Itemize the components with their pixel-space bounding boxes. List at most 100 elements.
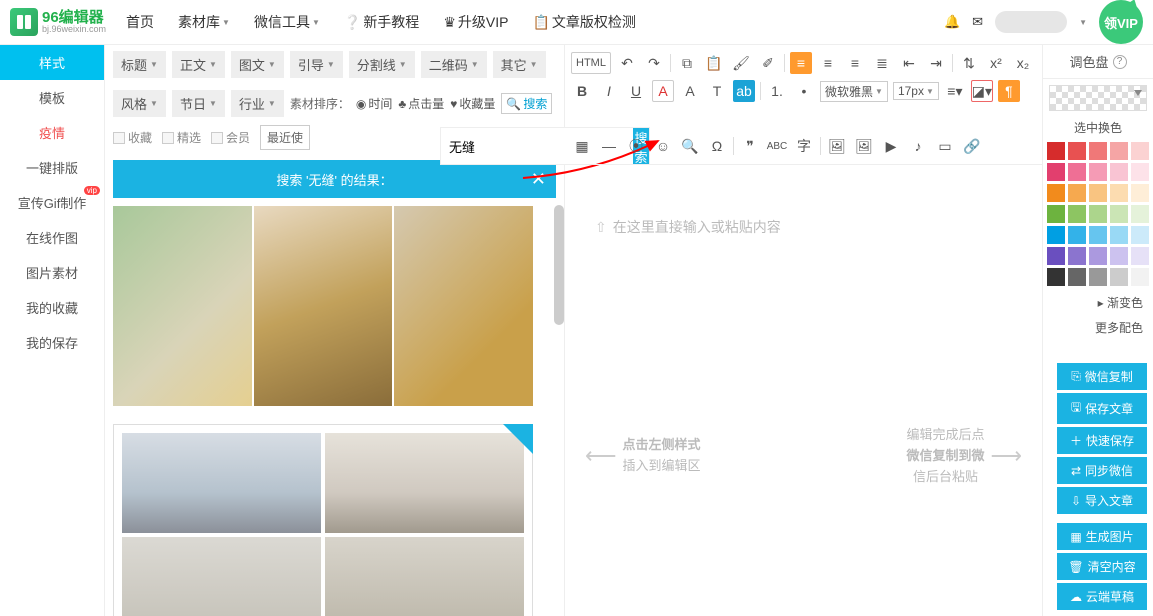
color-swatch[interactable]	[1131, 268, 1149, 286]
color-swatch[interactable]	[1047, 226, 1065, 244]
bell-icon[interactable]: 🔔	[944, 14, 960, 30]
copy-icon[interactable]: ⧉	[676, 52, 698, 74]
zoom-icon[interactable]: 🔍	[679, 135, 701, 157]
nav-wechat-tools[interactable]: 微信工具▼	[254, 12, 320, 32]
sort-favs[interactable]: ♥收藏量	[450, 95, 495, 112]
list-num-icon[interactable]: 1.	[766, 80, 788, 102]
paragraph-icon[interactable]: ≡▾	[944, 80, 966, 102]
strike-icon[interactable]	[571, 107, 593, 129]
color-swatch[interactable]	[1047, 163, 1065, 181]
user-avatar[interactable]	[995, 11, 1067, 33]
gallery-icon[interactable]: 🖼	[853, 135, 875, 157]
abc-icon[interactable]: ABC	[766, 135, 788, 157]
filter-industry[interactable]: 行业▼	[231, 90, 284, 117]
color-swatch[interactable]	[1110, 163, 1128, 181]
filter-divider[interactable]: 分割线▼	[349, 51, 415, 78]
nav-materials[interactable]: 素材库▼	[178, 12, 230, 32]
action-clear[interactable]: 🗑 清空内容	[1057, 553, 1147, 580]
indent-inc-icon[interactable]: ⇥	[925, 52, 947, 74]
symbol-icon[interactable]: Ω	[706, 135, 728, 157]
color-swatch[interactable]	[1131, 205, 1149, 223]
action-import[interactable]: ⇩ 导入文章	[1057, 487, 1147, 514]
check-featured[interactable]: 精选	[162, 129, 201, 146]
scrollbar[interactable]	[554, 205, 564, 325]
nav-tutorial[interactable]: ❔新手教程	[344, 12, 419, 32]
align-center-icon[interactable]: ≡	[817, 52, 839, 74]
audio-icon[interactable]: ♪	[907, 135, 929, 157]
nav-copyright[interactable]: 📋文章版权检测	[532, 12, 635, 32]
color-swatch[interactable]	[1131, 184, 1149, 202]
link-icon[interactable]: 🔗	[961, 135, 983, 157]
sidebar-item-gif[interactable]: 宣传Gif制作vip	[0, 185, 104, 220]
color-swatch[interactable]	[1047, 184, 1065, 202]
mail-icon[interactable]: ✉	[972, 14, 983, 30]
sidebar-item-epidemic[interactable]: 疫情	[0, 115, 104, 150]
color-swatch[interactable]	[1110, 142, 1128, 160]
sort-search[interactable]: 🔍搜索	[501, 93, 552, 114]
material-item[interactable]	[113, 206, 533, 406]
highlight-icon[interactable]: ab	[733, 80, 755, 102]
list-bul-icon[interactable]: •	[793, 80, 815, 102]
sidebar-item-saved[interactable]: 我的保存	[0, 325, 104, 360]
sort-time[interactable]: ◉时间	[356, 95, 393, 112]
color-swatch[interactable]	[1110, 226, 1128, 244]
underline-icon[interactable]: U	[625, 80, 647, 102]
paragraph-mark-icon[interactable]: ¶	[998, 80, 1020, 102]
color-swatch[interactable]	[1047, 205, 1065, 223]
filter-other[interactable]: 其它▼	[493, 51, 546, 78]
sidebar-item-style[interactable]: 样式	[0, 45, 104, 80]
align-justify-icon[interactable]: ≣	[871, 52, 893, 74]
sidebar-item-images[interactable]: 图片素材	[0, 255, 104, 290]
font-select[interactable]: 微软雅黑▼	[820, 81, 888, 102]
color-swatch[interactable]	[1089, 205, 1107, 223]
sup-icon[interactable]: x²	[985, 52, 1007, 74]
editor-body[interactable]: ⇧ 在这里直接输入或粘贴内容 ⟵ 点击左侧样式插入到编辑区 编辑完成后点微信复制…	[565, 165, 1042, 616]
bold-icon[interactable]: B	[571, 80, 593, 102]
action-quick-save[interactable]: ＋ 快速保存	[1057, 427, 1147, 454]
fontcolor-square-icon[interactable]: ◪▾	[971, 80, 993, 102]
color-swatch[interactable]	[1110, 184, 1128, 202]
quote-icon[interactable]: ❞	[739, 135, 761, 157]
date-icon[interactable]: ⦿	[625, 135, 647, 157]
filter-style[interactable]: 风格▼	[113, 90, 166, 117]
color-swatch[interactable]	[1089, 142, 1107, 160]
gradient-link[interactable]: ▸ 渐变色	[1043, 290, 1153, 315]
action-wechat-copy[interactable]: ⎘ 微信复制	[1057, 363, 1147, 390]
check-member[interactable]: 会员	[211, 129, 250, 146]
filter-title[interactable]: 标题▼	[113, 51, 166, 78]
color-swatch[interactable]	[1089, 184, 1107, 202]
line-height-icon[interactable]: ⇅	[958, 52, 980, 74]
sidebar-item-layout[interactable]: 一键排版	[0, 150, 104, 185]
action-sync-wechat[interactable]: ⇄ 同步微信	[1057, 457, 1147, 484]
more-colors-link[interactable]: 更多配色	[1043, 315, 1153, 340]
image-icon[interactable]: 🖼	[826, 135, 848, 157]
fontcolor-icon[interactable]: A	[652, 80, 674, 102]
hr-icon[interactable]: —	[598, 135, 620, 157]
action-save-article[interactable]: 🖫 保存文章	[1057, 393, 1147, 424]
color-swatch[interactable]	[1110, 247, 1128, 265]
color-swatch[interactable]	[1068, 205, 1086, 223]
filter-body[interactable]: 正文▼	[172, 51, 225, 78]
emoji-icon[interactable]: ☺	[652, 135, 674, 157]
indent-dec-icon[interactable]: ⇤	[898, 52, 920, 74]
sidebar-item-draw[interactable]: 在线作图	[0, 220, 104, 255]
color-swatch[interactable]	[1068, 268, 1086, 286]
color-swatch[interactable]	[1047, 268, 1065, 286]
color-swatch[interactable]	[1089, 247, 1107, 265]
paste-icon[interactable]: 📋	[703, 52, 725, 74]
filter-qrcode[interactable]: 二维码▼	[421, 51, 487, 78]
html-button[interactable]: HTML	[571, 52, 611, 74]
color-swatch[interactable]	[1089, 163, 1107, 181]
color-swatch[interactable]	[1068, 163, 1086, 181]
table-icon[interactable]: ▦	[571, 135, 593, 157]
erase-icon[interactable]: ✐	[757, 52, 779, 74]
color-swatch[interactable]	[1068, 184, 1086, 202]
material-item[interactable]	[113, 424, 533, 616]
color-swatch[interactable]	[1110, 268, 1128, 286]
sidebar-item-favorites[interactable]: 我的收藏	[0, 290, 104, 325]
redo-icon[interactable]: ↷	[643, 52, 665, 74]
color-swatch[interactable]	[1068, 226, 1086, 244]
color-swatch[interactable]	[1089, 268, 1107, 286]
undo-icon[interactable]: ↶	[616, 52, 638, 74]
sidebar-item-template[interactable]: 模板	[0, 80, 104, 115]
